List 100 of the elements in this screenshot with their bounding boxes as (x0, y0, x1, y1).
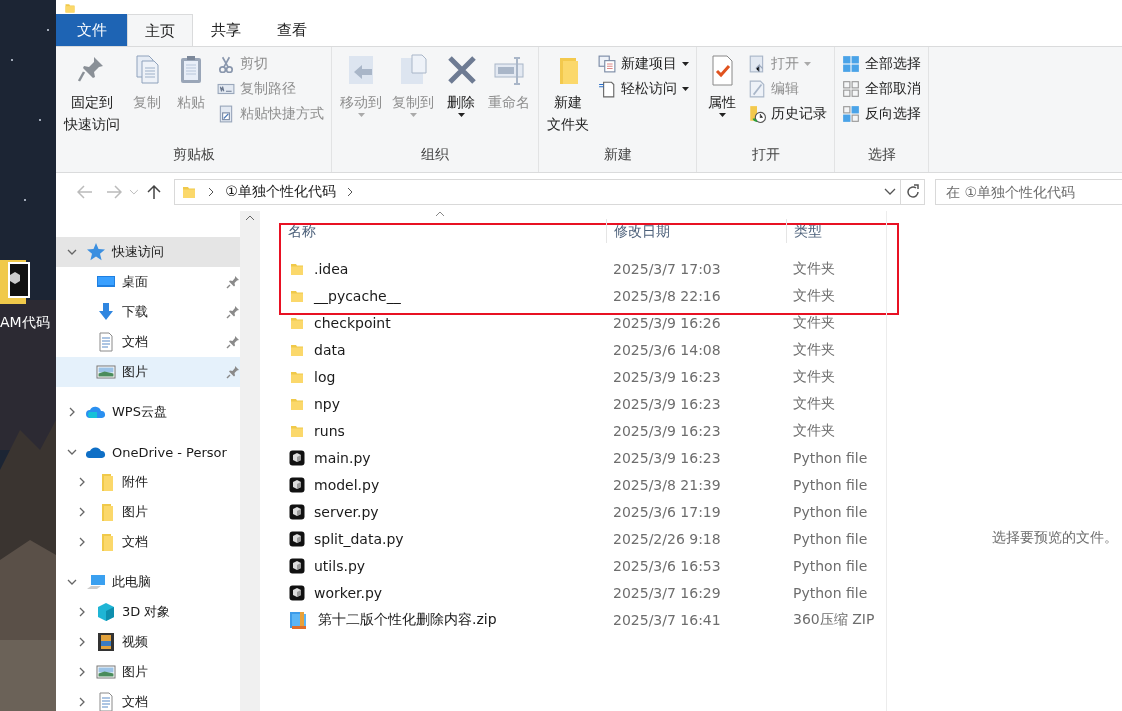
archive-icon (289, 610, 309, 629)
select-all-icon (843, 56, 859, 72)
invert-selection-icon (843, 106, 859, 122)
move-to-icon (349, 56, 373, 84)
folder-icon (102, 504, 113, 521)
new-item-icon (598, 55, 616, 73)
computer-icon (87, 575, 105, 589)
desktop-icon-label[interactable]: AM代码 (0, 314, 50, 332)
ribbon-button[interactable]: 固定到 快速访问 (60, 51, 124, 146)
edit-icon (749, 80, 765, 98)
folder-icon (560, 58, 578, 84)
ribbon-button[interactable]: 全部取消 (839, 78, 924, 100)
modified-date: 2025/3/7 16:41 (612, 611, 722, 628)
film-icon (98, 633, 114, 651)
file-name[interactable]: __pycache__ (314, 287, 401, 304)
nav-item[interactable]: 文档 (56, 687, 240, 711)
ribbon-button[interactable]: 新建项目 (595, 53, 692, 75)
breadcrumb[interactable]: ①单独个性化代码 (225, 183, 336, 201)
nav-item[interactable]: 此电脑 (56, 567, 240, 597)
nav-item[interactable]: 下载 (56, 297, 240, 327)
chevron-down-icon[interactable] (884, 188, 897, 196)
file-type: 文件夹 (792, 259, 836, 278)
file-name[interactable]: checkpoint (314, 314, 391, 331)
nav-item[interactable]: 视频 (56, 627, 240, 657)
address-bar[interactable]: ①单独个性化代码 (174, 179, 902, 205)
ribbon-tab[interactable]: 主页 (127, 14, 193, 47)
python-file-icon (289, 584, 305, 601)
file-type: Python file (792, 557, 869, 574)
clipboard-icon (181, 56, 201, 83)
modified-date: 2025/3/7 17:03 (612, 260, 722, 277)
ribbon-button[interactable]: 属性 (701, 51, 743, 146)
nav-item[interactable]: 图片 (56, 357, 240, 387)
ribbon-tab[interactable]: 文件 (56, 14, 127, 46)
ribbon-button[interactable]: 历史记录 (745, 103, 830, 125)
cube-icon (98, 603, 114, 621)
preview-message: 选择要预览的文件。 (992, 529, 1118, 545)
shortcut-icon (219, 105, 233, 123)
scroll-up-icon[interactable] (245, 215, 255, 221)
pin-icon[interactable] (226, 275, 240, 289)
pin-icon[interactable] (226, 335, 240, 349)
copy-icon (136, 55, 159, 84)
file-name[interactable]: npy (314, 395, 341, 412)
file-type: 文件夹 (792, 394, 836, 413)
select-none-icon (843, 81, 859, 97)
nav-item[interactable]: WPS云盘 (56, 397, 240, 427)
file-name[interactable]: model.py (314, 476, 380, 493)
modified-date: 2025/3/6 17:19 (612, 503, 722, 520)
caret-icon (357, 113, 365, 117)
ribbon-button[interactable]: 反向选择 (839, 103, 924, 125)
file-name[interactable]: main.py (314, 449, 371, 466)
ribbon-tab[interactable]: 共享 (193, 14, 259, 46)
file-type: Python file (792, 503, 869, 520)
caret-icon (682, 87, 689, 91)
delete-icon (447, 55, 477, 85)
file-name[interactable]: split_data.py (314, 530, 404, 547)
column-header[interactable]: 名称 (281, 219, 606, 243)
column-header[interactable]: 修改日期 (606, 219, 786, 243)
nav-item[interactable]: 文档 (56, 527, 240, 557)
file-name[interactable]: log (314, 368, 336, 385)
chevron-right-icon[interactable] (345, 187, 354, 197)
easy-access-icon (598, 81, 615, 98)
folder-icon (64, 2, 76, 14)
folder-icon (102, 474, 113, 491)
picture-icon (96, 365, 116, 379)
python-file-icon (289, 557, 305, 574)
nav-item[interactable]: OneDrive - Persor (56, 437, 240, 467)
open-icon (749, 55, 764, 73)
modified-date: 2025/3/9 16:26 (612, 314, 722, 331)
ribbon-button[interactable]: 轻松访问 (595, 78, 692, 100)
nav-item[interactable]: 快速访问 (56, 237, 240, 267)
refresh-icon[interactable] (904, 184, 921, 200)
column-header[interactable]: 类型 (786, 219, 886, 243)
up-icon[interactable] (146, 184, 161, 200)
group-label: 剪贴板 (171, 146, 216, 164)
file-type: Python file (792, 584, 869, 601)
nav-item[interactable]: 桌面 (56, 267, 240, 297)
pin-icon[interactable] (226, 305, 240, 319)
ribbon-button[interactable]: 新建 文件夹 (543, 51, 593, 146)
folder-icon (102, 534, 113, 551)
file-name[interactable]: server.py (314, 503, 379, 520)
search-field[interactable]: 在 ①单独个性化代码 (935, 179, 1122, 205)
nav-item[interactable]: 文档 (56, 327, 240, 357)
python-file-icon (289, 449, 305, 466)
pin-icon[interactable] (226, 365, 240, 379)
nav-item[interactable]: 附件 (56, 467, 240, 497)
nav-item[interactable]: 图片 (56, 497, 240, 527)
file-name[interactable]: .idea (314, 260, 349, 277)
ribbon-button[interactable]: 全部选择 (839, 53, 924, 75)
modified-date: 2025/3/9 16:23 (612, 449, 722, 466)
ribbon-button[interactable]: 删除 (440, 51, 482, 146)
nav-item[interactable]: 图片 (56, 657, 240, 687)
nav-item[interactable]: 3D 对象 (56, 597, 240, 627)
ribbon-tab[interactable]: 查看 (259, 14, 325, 46)
file-name[interactable]: 第十二版个性化删除内容.zip (318, 610, 497, 629)
file-name[interactable]: data (314, 341, 346, 358)
file-name[interactable]: runs (314, 422, 345, 439)
caret-icon (682, 62, 689, 66)
file-name[interactable]: utils.py (314, 557, 366, 574)
file-name[interactable]: worker.py (314, 584, 383, 601)
document-icon (99, 332, 113, 352)
